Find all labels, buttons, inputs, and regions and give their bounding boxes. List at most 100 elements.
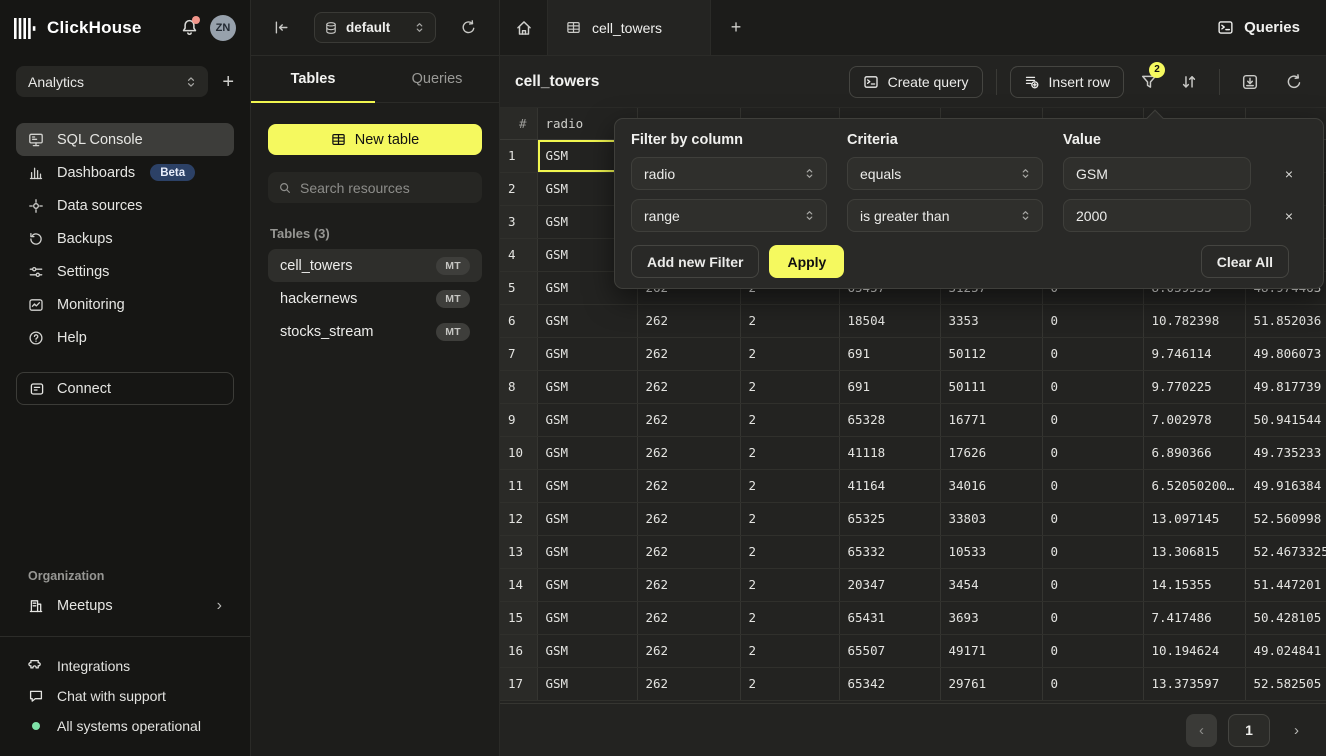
grid-cell[interactable]: 50112 [940,337,1042,370]
grid-cell[interactable]: 0 [1042,304,1143,337]
grid-cell[interactable]: 0 [1042,535,1143,568]
grid-cell[interactable]: 2 [740,469,839,502]
grid-cell[interactable]: 9.746114 [1143,337,1245,370]
new-tab-button[interactable]: + [711,0,761,55]
grid-cell[interactable]: 49.735233 [1245,436,1326,469]
grid-cell[interactable]: 2 [740,601,839,634]
grid-cell[interactable]: 0 [1042,568,1143,601]
grid-cell[interactable]: 52.582505 [1245,667,1326,700]
grid-cell[interactable]: 2 [740,535,839,568]
filter-value-input[interactable] [1063,199,1251,232]
grid-cell[interactable]: 2 [740,370,839,403]
grid-cell[interactable]: 65332 [839,535,940,568]
grid-cell[interactable]: 2 [740,403,839,436]
new-table-button[interactable]: New table [268,124,482,155]
refresh-button[interactable] [1277,66,1311,98]
queries-button[interactable]: Queries [1217,19,1300,36]
grid-cell[interactable]: 49171 [940,634,1042,667]
grid-cell[interactable]: 49.024841 [1245,634,1326,667]
grid-cell[interactable]: 41118 [839,436,940,469]
sidebar-item-monitoring[interactable]: Monitoring [16,288,234,321]
grid-cell[interactable]: 262 [637,601,740,634]
grid-cell[interactable]: 65325 [839,502,940,535]
sort-button[interactable] [1172,66,1206,98]
grid-cell[interactable]: 262 [637,436,740,469]
grid-cell[interactable]: 2 [740,667,839,700]
grid-cell[interactable]: 49.817739 [1245,370,1326,403]
grid-cell[interactable]: 262 [637,667,740,700]
grid-cell[interactable]: 0 [1042,337,1143,370]
grid-cell[interactable]: 41164 [839,469,940,502]
grid-cell[interactable]: 2 [740,436,839,469]
grid-cell[interactable]: 6.52050200… [1143,469,1245,502]
insert-row-button[interactable]: Insert row [1010,66,1124,98]
grid-cell[interactable]: 262 [637,403,740,436]
grid-cell[interactable]: 0 [1042,502,1143,535]
database-select[interactable]: default [314,12,436,43]
sidebar-item-dashboards[interactable]: Dashboards Beta [16,156,234,189]
grid-cell[interactable]: 65431 [839,601,940,634]
download-button[interactable] [1233,66,1267,98]
grid-cell[interactable]: 10533 [940,535,1042,568]
table-list-item-hackernews[interactable]: hackernews MT [268,282,482,315]
sidebar-item-sql-console[interactable]: SQL Console [16,123,234,156]
home-button[interactable] [500,0,547,55]
grid-cell[interactable]: 0 [1042,436,1143,469]
tab-tables[interactable]: Tables [251,56,375,102]
grid-cell[interactable]: 13.097145 [1143,502,1245,535]
clear-all-filters-button[interactable]: Clear All [1201,245,1289,278]
connect-button[interactable]: Connect [16,372,234,405]
grid-cell[interactable]: 50111 [940,370,1042,403]
sidebar-item-data-sources[interactable]: Data sources [16,189,234,222]
system-status[interactable]: All systems operational [16,711,234,741]
grid-cell[interactable]: 3353 [940,304,1042,337]
table-list-item-stocks-stream[interactable]: stocks_stream MT [268,315,482,348]
grid-cell[interactable]: 262 [637,304,740,337]
next-page-button[interactable]: › [1281,714,1312,747]
grid-cell[interactable]: 262 [637,337,740,370]
grid-cell[interactable]: 262 [637,535,740,568]
sidebar-item-help[interactable]: Help [16,321,234,354]
grid-cell[interactable]: GSM [537,403,637,436]
grid-cell[interactable]: 262 [637,469,740,502]
grid-cell[interactable]: 65328 [839,403,940,436]
grid-cell[interactable]: 51.447201 [1245,568,1326,601]
filter-criteria-select[interactable]: is greater than [847,199,1043,232]
grid-cell[interactable]: 262 [637,502,740,535]
tab-queries[interactable]: Queries [375,56,499,102]
remove-filter-button[interactable]: × [1271,166,1307,182]
notifications-button[interactable] [180,18,200,38]
sidebar-item-backups[interactable]: Backups [16,222,234,255]
grid-cell[interactable]: 2 [740,502,839,535]
grid-cell[interactable]: 3454 [940,568,1042,601]
grid-cell[interactable]: GSM [537,304,637,337]
grid-cell[interactable]: 51.852036 [1245,304,1326,337]
grid-cell[interactable]: 13.373597 [1143,667,1245,700]
sidebar-item-settings[interactable]: Settings [16,255,234,288]
grid-cell[interactable]: 3693 [940,601,1042,634]
grid-cell[interactable]: 7.417486 [1143,601,1245,634]
grid-cell[interactable]: 16771 [940,403,1042,436]
grid-cell[interactable]: 65342 [839,667,940,700]
grid-cell[interactable]: 2 [740,568,839,601]
grid-cell[interactable]: 0 [1042,370,1143,403]
grid-cell[interactable]: 29761 [940,667,1042,700]
grid-cell[interactable]: 0 [1042,634,1143,667]
grid-cell[interactable]: 7.002978 [1143,403,1245,436]
grid-cell[interactable]: 14.15355 [1143,568,1245,601]
grid-cell[interactable]: GSM [537,436,637,469]
sidebar-item-chat-support[interactable]: Chat with support [16,681,234,711]
grid-cell[interactable]: 18504 [839,304,940,337]
grid-cell[interactable]: 10.782398 [1143,304,1245,337]
sidebar-item-integrations[interactable]: Integrations [16,651,234,681]
filter-button[interactable]: 2 [1132,66,1166,98]
sidebar-item-meetups[interactable]: Meetups › [16,589,234,622]
grid-cell[interactable]: 20347 [839,568,940,601]
remove-filter-button[interactable]: × [1271,208,1307,224]
grid-cell[interactable]: 17626 [940,436,1042,469]
grid-cell[interactable]: 65507 [839,634,940,667]
grid-cell[interactable]: 10.194624 [1143,634,1245,667]
grid-cell[interactable]: 691 [839,337,940,370]
workspace-select[interactable]: Analytics [16,66,208,97]
grid-cell[interactable]: 262 [637,370,740,403]
